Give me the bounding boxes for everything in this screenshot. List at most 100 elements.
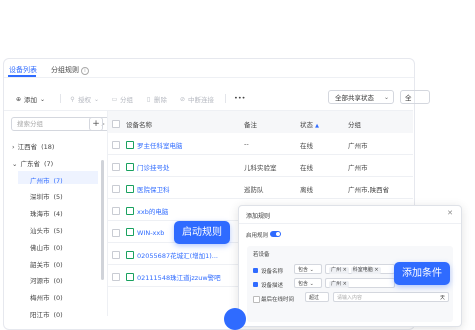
row-checkbox[interactable] [112, 207, 120, 215]
tab-device-list[interactable]: 设备列表 [9, 65, 37, 75]
disconnect-button[interactable]: ⊘ 中断连接 [179, 94, 214, 105]
column-status[interactable]: 状态 ▲ [300, 119, 319, 129]
tree-item[interactable]: 汕头市 (5) [30, 225, 63, 235]
tree-item[interactable]: 梅州市 (0) [30, 292, 63, 302]
table-header [108, 111, 413, 133]
row-checkbox[interactable] [112, 251, 120, 259]
delete-button[interactable]: ▯ 删除 [145, 94, 167, 105]
add-group-button[interactable]: + [89, 117, 103, 131]
user-icon: ⚲ [70, 95, 75, 103]
select-all-checkbox[interactable] [112, 120, 120, 128]
enable-rule-label: 启用规则 [246, 233, 269, 239]
tree-item-label: 河源市 [30, 277, 50, 286]
value-tag-label: 广州 [331, 267, 342, 273]
condition-operator-select[interactable]: 包含 ⌄ [294, 264, 322, 274]
add-button[interactable]: ⊕ 添加 ⌄ [15, 94, 46, 105]
device-name-text: xxb的电脑 [137, 208, 169, 216]
condition-checkbox[interactable] [253, 268, 258, 273]
condition-section-label: 若设备 [253, 252, 270, 258]
authorize-label: 授权 [78, 96, 91, 104]
add-condition-callout: 添加条件 [394, 262, 450, 285]
condition-value-tags[interactable]: 广州 × 科室电脑 × [325, 264, 395, 274]
authorize-button[interactable]: ⚲ 授权 ⌄ [69, 94, 100, 105]
device-group: 广州市,陕西省 [348, 186, 390, 194]
tab-group-rules[interactable]: 分组规则 i [51, 65, 89, 75]
condition-value-tags[interactable]: 广州 × [325, 278, 395, 288]
tree-item[interactable]: 河源市 (0) [30, 275, 63, 285]
condition-label: 设备名称 [261, 269, 284, 275]
row-checkbox[interactable] [112, 141, 120, 149]
device-name-link[interactable]: 罗主任科室电脑 [126, 140, 183, 150]
device-name-text: 02111548珠江道jzzuw警吧 [137, 274, 221, 282]
device-name-link[interactable]: 02055687花城汇(增加1)... [126, 250, 218, 260]
condition-label: 设备描述 [261, 283, 284, 289]
tree-item[interactable]: 珠海市 (4) [30, 208, 63, 218]
tree-item[interactable]: 阳江市 (0) [30, 309, 63, 319]
group-search-placeholder: 搜索分组 [17, 120, 43, 128]
device-name-text: 罗主任科室电脑 [137, 142, 183, 150]
tree-item[interactable]: 佛山市 (0) [30, 242, 63, 252]
more-button[interactable]: ••• [234, 94, 246, 102]
device-status: 在线 [300, 142, 313, 150]
tree-item[interactable]: 深圳市 (5) [30, 191, 63, 201]
condition-operator-select[interactable]: 超过 [305, 292, 329, 302]
device-name-link[interactable]: 02111548珠江道jzzuw警吧 [126, 272, 221, 282]
device-icon [126, 163, 134, 171]
chevron-down-icon: ⌄ [93, 95, 100, 103]
active-tab-indicator [8, 75, 36, 77]
value-tag: 广州 × [329, 281, 349, 288]
row-divider [108, 176, 413, 177]
device-icon [126, 228, 134, 236]
close-icon[interactable]: ✕ [447, 209, 453, 217]
tree-item-count: (5) [53, 193, 63, 202]
device-name-link[interactable]: xxb的电脑 [126, 206, 168, 216]
condition-checkbox[interactable] [253, 296, 260, 303]
value-tag: 科室电脑 × [350, 267, 381, 274]
value-tag-label: 广州 [331, 281, 342, 287]
column-group[interactable]: 分组 [348, 119, 361, 129]
condition-operator-select[interactable]: 包含 ⌄ [294, 278, 322, 288]
device-name-link[interactable]: 门诊挂号处 [126, 162, 170, 172]
value-tag-label: 科室电脑 [352, 267, 373, 273]
condition-checkbox[interactable] [253, 282, 258, 287]
group-label: 分组 [120, 96, 133, 104]
folder-icon: ▭ [111, 95, 118, 103]
tree-item-count: (0) [53, 311, 63, 319]
row-checkbox[interactable] [112, 229, 120, 237]
device-icon [126, 251, 134, 259]
enable-rule-toggle[interactable] [270, 231, 281, 237]
tree-item-label: 珠海市 [30, 210, 50, 219]
row-checkbox[interactable] [112, 163, 120, 171]
secondary-select[interactable]: 全 [400, 90, 430, 104]
device-note: 儿科实验室 [244, 164, 277, 172]
column-note[interactable]: 备注 [244, 119, 257, 129]
tree-item-label: 韶关市 [30, 260, 50, 269]
condition-label: 最后在线时间 [261, 297, 295, 303]
chevron-down-icon[interactable]: ⌄ [12, 160, 17, 168]
tree-item[interactable]: 韶关市 (0) [30, 259, 63, 269]
share-status-value: 全部共享状态 [335, 94, 374, 102]
tree-item-count: (0) [53, 277, 63, 286]
tree-item[interactable]: › 江西省 (18) [12, 141, 54, 151]
share-status-select[interactable]: 全部共享状态 ⌄ [328, 90, 394, 104]
condition-operator-value: 超过 [309, 295, 320, 301]
group-button[interactable]: ▭ 分组 [111, 94, 133, 105]
device-name-link[interactable]: 医院保卫科 [126, 184, 170, 194]
device-icon [126, 185, 134, 193]
device-name-link[interactable]: WIN-xxb [126, 228, 164, 237]
tree-item[interactable]: ⌄ 广东省 (7) [12, 158, 53, 168]
row-checkbox[interactable] [112, 185, 120, 193]
chevron-right-icon[interactable]: › [12, 143, 15, 151]
column-device-name[interactable]: 设备名称 [126, 119, 152, 129]
device-note: -- [244, 140, 249, 148]
condition-days-input[interactable]: 请输入内容 天 [333, 292, 449, 302]
device-status: 离线 [300, 186, 313, 194]
row-checkbox[interactable] [112, 273, 120, 281]
plus-circle-icon: ⊕ [15, 95, 22, 103]
tree-item-count: (18) [41, 143, 55, 151]
tree-item[interactable]: 广州市 (7) [30, 175, 63, 185]
device-name-text: WIN-xxb [137, 229, 165, 237]
tree-scrollbar[interactable] [101, 160, 104, 280]
tab-group-rules-label: 分组规则 [51, 66, 79, 74]
row-divider [108, 198, 413, 199]
